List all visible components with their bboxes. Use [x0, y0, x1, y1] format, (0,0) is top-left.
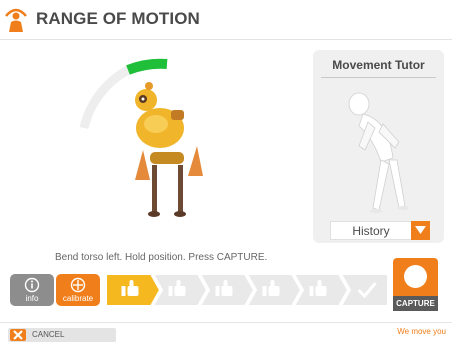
capture-face: [393, 258, 438, 296]
robot-avatar-figure: [135, 82, 203, 217]
tagline: We move you: [397, 327, 446, 336]
record-dot-icon: [404, 265, 427, 288]
step-4: [245, 274, 303, 306]
history-label: History: [352, 224, 390, 238]
person-logo-icon: [5, 8, 27, 32]
mannequin-bending-figure: [348, 92, 409, 213]
calibrate-label: calibrate: [62, 294, 94, 303]
movement-tutor-panel: Movement Tutor History: [313, 50, 444, 243]
crosshair-icon: [70, 277, 86, 293]
close-icon: [10, 329, 26, 341]
step-5: [292, 274, 350, 306]
range-gauge-active: [126, 58, 168, 75]
info-icon: [24, 277, 40, 293]
app-header: RANGE OF MOTION: [0, 0, 452, 40]
cancel-label: CANCEL: [32, 330, 65, 339]
range-gauge-track: [79, 66, 131, 130]
capture-label: CAPTURE: [393, 296, 438, 311]
info-button[interactable]: info: [10, 274, 54, 306]
step-3: [198, 274, 256, 306]
instruction-text: Bend torso left. Hold position. Press CA…: [55, 252, 268, 263]
cancel-button[interactable]: CANCEL: [8, 328, 116, 342]
history-dropdown[interactable]: History: [330, 221, 430, 240]
page-title: RANGE OF MOTION: [36, 9, 200, 28]
tutor-title: Movement Tutor: [321, 58, 436, 78]
info-label: info: [25, 294, 39, 303]
motion-stage: [0, 41, 300, 246]
calibrate-button[interactable]: calibrate: [56, 274, 100, 306]
step-1: [106, 274, 162, 306]
capture-button[interactable]: CAPTURE: [393, 258, 438, 311]
exercise-step-progress: [106, 274, 388, 306]
chevron-down-icon[interactable]: [411, 221, 430, 240]
app-footer: CANCEL We move you: [0, 322, 452, 344]
step-2: [151, 274, 209, 306]
